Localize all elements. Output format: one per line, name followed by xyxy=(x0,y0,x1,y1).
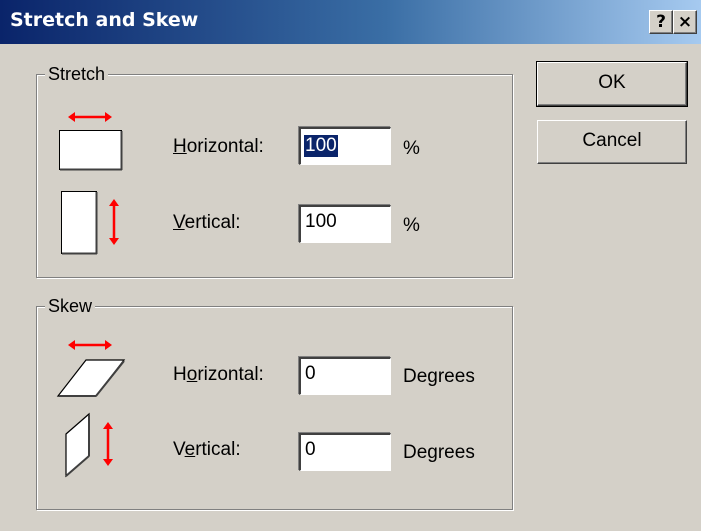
skew-horizontal-value: 0 xyxy=(305,363,316,384)
stretch-horizontal-label: Horizontal: xyxy=(173,135,264,159)
stretch-skew-dialog: Stretch and Skew ? × Stretch Horizontal:… xyxy=(0,0,701,531)
stretch-vertical-value: 100 xyxy=(305,211,337,232)
stretch-vertical-label-text: ertical: xyxy=(184,212,241,233)
stretch-group-label: Stretch xyxy=(45,63,109,85)
stretch-horizontal-label-text: orizontal: xyxy=(186,136,264,157)
skew-horizontal-label: Horizontal: xyxy=(173,363,264,387)
skew-vertical-input[interactable]: 0 xyxy=(299,433,391,471)
stretch-vertical-label: Vertical: xyxy=(173,211,241,235)
skew-group-label: Skew xyxy=(45,295,96,317)
stretch-vertical-icon xyxy=(61,191,119,255)
skew-horizontal-label-pre: H xyxy=(173,364,187,385)
stretch-horizontal-input[interactable]: 100 xyxy=(299,127,391,165)
skew-horizontal-icon xyxy=(56,340,126,397)
stretch-vertical-input[interactable]: 100 xyxy=(299,205,391,243)
skew-vertical-label-text: rtical: xyxy=(195,439,241,460)
stretch-horizontal-accel: H xyxy=(173,136,187,157)
skew-vertical-icon xyxy=(65,412,113,478)
skew-vertical-label: Vertical: xyxy=(173,438,241,462)
skew-vertical-unit: Degrees xyxy=(403,442,475,463)
skew-horizontal-label-text: rizontal: xyxy=(197,364,264,385)
skew-horizontal-unit: Degrees xyxy=(403,366,475,387)
stretch-horizontal-unit: % xyxy=(403,138,420,159)
skew-vertical-value: 0 xyxy=(305,439,316,460)
skew-vertical-label-pre: V xyxy=(173,439,185,460)
ok-button[interactable]: OK xyxy=(536,61,688,107)
close-icon: × xyxy=(677,12,693,32)
window-title: Stretch and Skew xyxy=(10,9,199,31)
stretch-vertical-unit: % xyxy=(403,215,420,236)
close-button[interactable]: × xyxy=(673,10,697,34)
skew-horizontal-input[interactable]: 0 xyxy=(299,357,391,395)
title-bar[interactable]: Stretch and Skew ? × xyxy=(0,0,701,44)
stretch-horizontal-icon xyxy=(59,112,123,171)
cancel-button[interactable]: Cancel xyxy=(537,120,687,164)
help-button[interactable]: ? xyxy=(649,10,673,34)
help-icon: ? xyxy=(656,12,666,32)
skew-vertical-accel: e xyxy=(184,439,196,460)
skew-horizontal-accel: o xyxy=(186,364,198,385)
stretch-vertical-accel: V xyxy=(173,212,185,233)
stretch-horizontal-value: 100 xyxy=(304,135,338,157)
